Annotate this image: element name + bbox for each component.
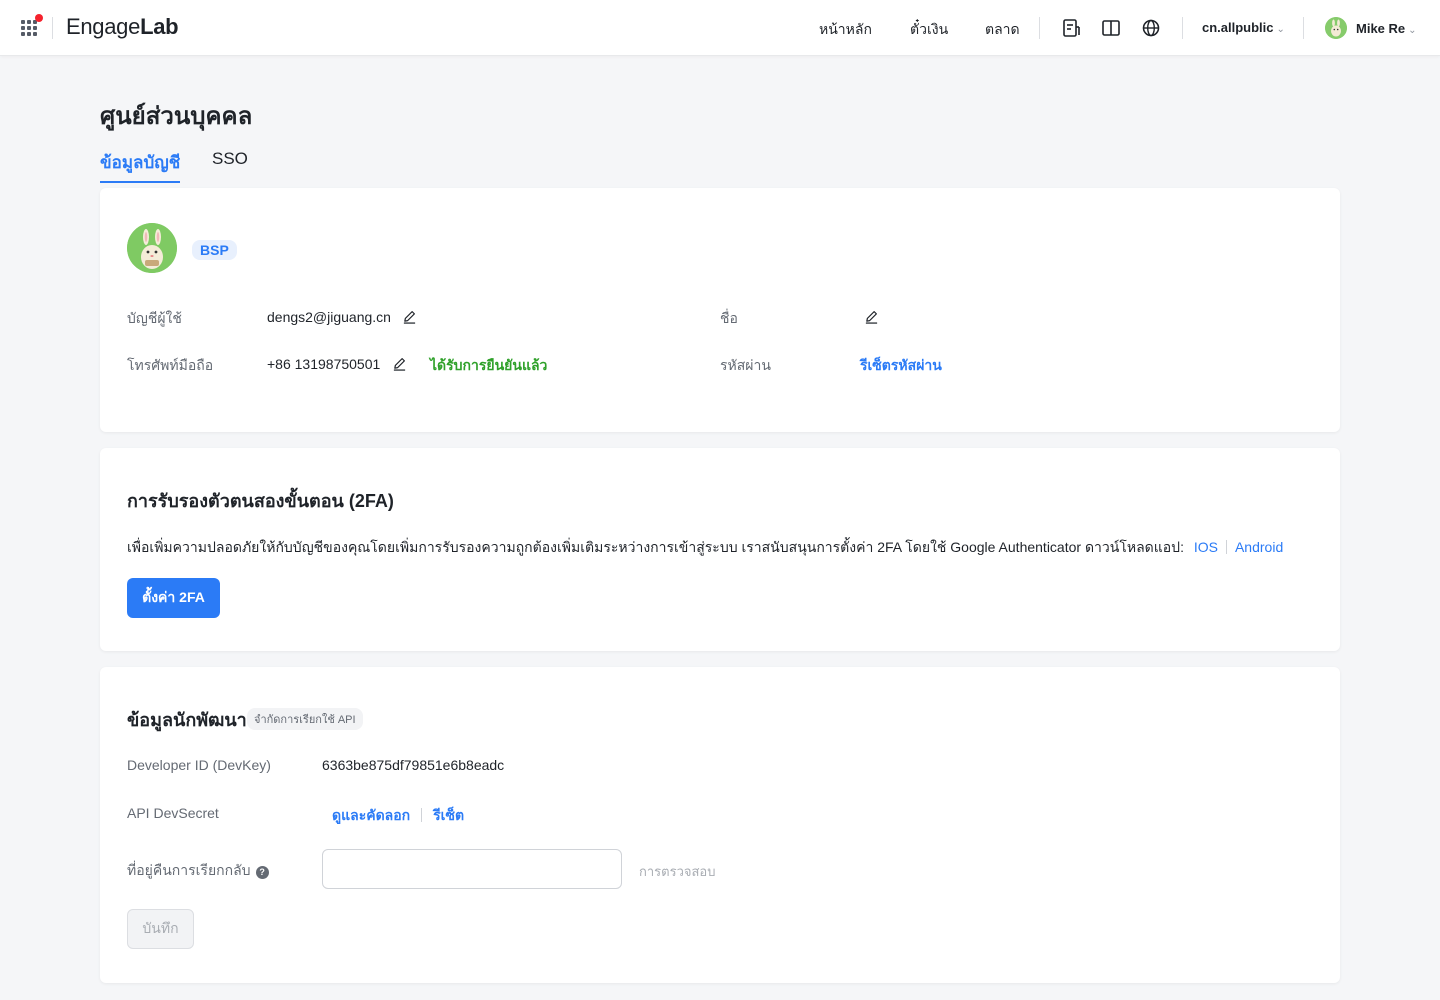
- twofa-description-text: เพื่อเพิ่มความปลอดภัยให้กับบัญชีของคุณโด…: [127, 539, 1184, 555]
- divider: [1182, 17, 1183, 39]
- account-value: dengs2@jiguang.cn: [267, 309, 391, 325]
- help-icon[interactable]: ?: [255, 866, 269, 879]
- reset-secret-link[interactable]: รีเซ็ต: [433, 807, 464, 823]
- developer-title: ข้อมูลนักพัฒนา: [127, 710, 247, 730]
- document-icon[interactable]: [1061, 18, 1081, 38]
- divider: [1303, 17, 1304, 39]
- twofa-description: เพื่อเพิ่มความปลอดภัยให้กับบัญชีของคุณโด…: [127, 537, 1283, 559]
- edit-name-icon[interactable]: [864, 309, 879, 324]
- edit-account-icon[interactable]: [402, 309, 417, 324]
- divider: [1039, 17, 1040, 39]
- profile-avatar[interactable]: [127, 223, 177, 273]
- account-selector[interactable]: cn.allpublic ⌄: [1202, 20, 1285, 35]
- tab-account-info[interactable]: ข้อมูลบัญชี: [100, 149, 181, 183]
- nav-tickets[interactable]: ตั๋วเงิน: [910, 19, 948, 41]
- page-title: ศูนย์ส่วนบุคคล: [100, 103, 253, 130]
- api-limit-badge: จำกัดการเรียกใช้ API: [247, 708, 363, 730]
- user-avatar[interactable]: [1325, 17, 1347, 39]
- ios-download-link[interactable]: IOS: [1194, 539, 1218, 555]
- notification-dot: [35, 14, 43, 22]
- callback-label: ที่อยู่คืนการเรียกกลับ: [127, 862, 251, 878]
- apps-grid-icon[interactable]: [21, 14, 43, 38]
- phone-verified-status: ได้รับการยืนยันแล้ว: [430, 357, 548, 373]
- callback-url-input[interactable]: [322, 849, 622, 889]
- divider: [52, 17, 53, 39]
- user-menu[interactable]: Mike Re ⌄: [1356, 21, 1417, 36]
- devsecret-actions: ดูและคัดลอก รีเซ็ต: [332, 805, 464, 827]
- view-copy-secret-link[interactable]: ดูและคัดลอก: [332, 807, 410, 823]
- devkey-label: Developer ID (DevKey): [127, 757, 271, 773]
- edit-phone-icon[interactable]: [392, 356, 407, 371]
- phone-value: +86 13198750501: [267, 356, 381, 372]
- reset-password-link[interactable]: รีเซ็ตรหัสผ่าน: [860, 355, 942, 377]
- engagelab-logo[interactable]: EngageLab: [66, 14, 179, 40]
- devsecret-label: API DevSecret: [127, 805, 219, 821]
- save-button[interactable]: บันทึก: [127, 909, 194, 949]
- twofa-title: การรับรองตัวตนสองขั้นตอน (2FA): [127, 491, 394, 511]
- callback-label-row: ที่อยู่คืนการเรียกกลับ?: [127, 860, 269, 882]
- devkey-value: 6363be875df79851e6b8eadc: [322, 757, 505, 773]
- nav-home[interactable]: หน้าหลัก: [819, 19, 872, 41]
- bsp-badge: BSP: [192, 240, 237, 260]
- tab-sso[interactable]: SSO: [212, 149, 248, 174]
- phone-label: โทรศัพท์มือถือ: [127, 357, 214, 373]
- chevron-down-icon: ⌄: [1276, 24, 1285, 35]
- book-icon[interactable]: [1101, 18, 1121, 38]
- name-label: ชื่อ: [720, 310, 738, 326]
- nav-market[interactable]: ตลาด: [985, 19, 1020, 41]
- setup-2fa-button[interactable]: ตั้งค่า 2FA: [127, 578, 220, 618]
- android-download-link[interactable]: Android: [1235, 539, 1283, 555]
- developer-card: ข้อมูลนักพัฒนา จำกัดการเรียกใช้ API Deve…: [100, 667, 1340, 983]
- link-separator: [1225, 540, 1227, 554]
- twofa-card: การรับรองตัวตนสองขั้นตอน (2FA) เพื่อเพิ่…: [100, 448, 1340, 651]
- profile-card: BSP บัญชีผู้ใช้ dengs2@jiguang.cn ชื่อ โ…: [100, 188, 1340, 432]
- globe-icon[interactable]: [1141, 18, 1161, 38]
- verify-link[interactable]: การตรวจสอบ: [639, 861, 716, 882]
- account-label: บัญชีผู้ใช้: [127, 310, 182, 326]
- top-navigation-bar: EngageLab หน้าหลัก ตั๋วเงิน ตลาด cn.allp…: [0, 0, 1440, 56]
- link-separator: [421, 808, 423, 822]
- chevron-down-icon: ⌄: [1408, 25, 1417, 36]
- password-label: รหัสผ่าน: [720, 357, 771, 373]
